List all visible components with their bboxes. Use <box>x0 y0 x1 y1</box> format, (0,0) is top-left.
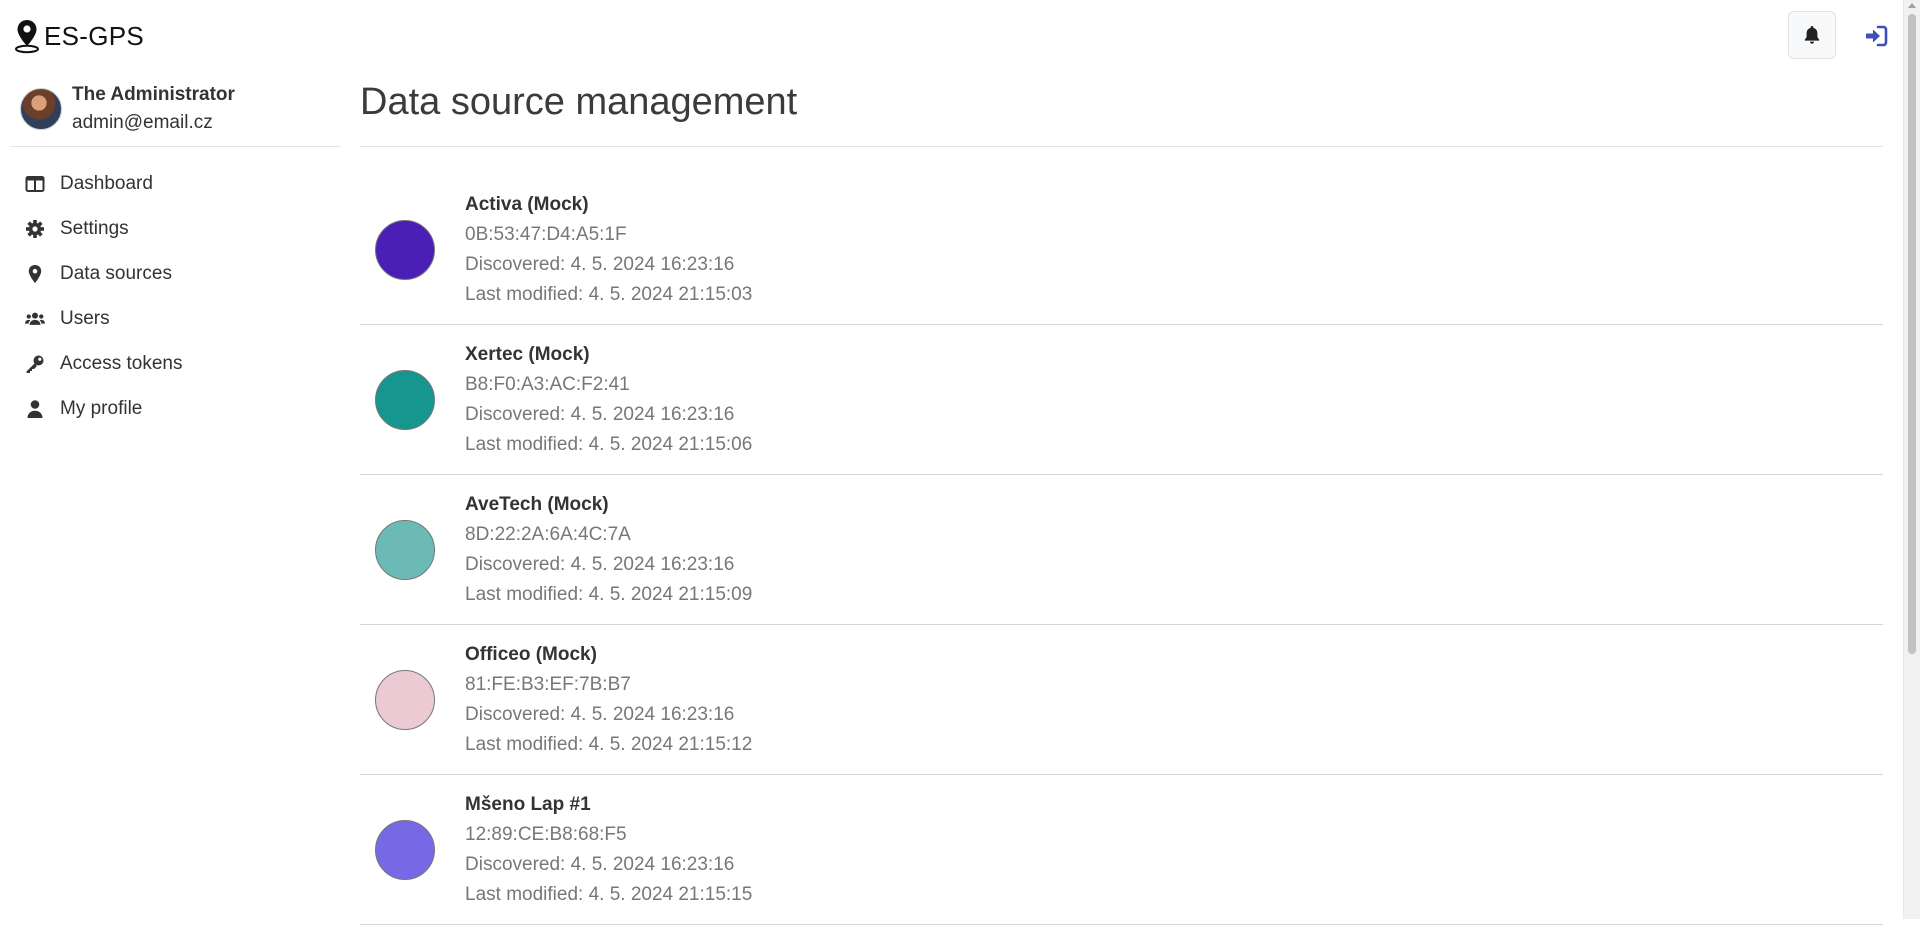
data-source-item[interactable]: Officeo (Mock) 81:FE:B3:EF:7B:B7 Discove… <box>360 625 1883 775</box>
data-source-list: Activa (Mock) 0B:53:47:D4:A5:1F Discover… <box>360 175 1883 925</box>
data-source-mac: 12:89:CE:B8:68:F5 <box>465 823 627 845</box>
data-source-item[interactable]: Mšeno Lap #1 12:89:CE:B8:68:F5 Discovere… <box>360 775 1883 925</box>
sidebar-nav: Dashboard Settings Data sources Users Ac… <box>10 161 340 431</box>
login-button[interactable] <box>1862 22 1890 50</box>
sidebar-item-label: My profile <box>60 397 143 419</box>
data-source-mac: B8:F0:A3:AC:F2:41 <box>465 373 630 395</box>
sidebar-item-label: Settings <box>60 217 129 239</box>
user-name: The Administrator <box>72 84 235 105</box>
color-swatch <box>375 519 435 580</box>
data-source-name: Activa (Mock) <box>465 193 589 215</box>
sidebar-item-settings[interactable]: Settings <box>10 206 340 251</box>
map-marker-icon <box>24 264 46 284</box>
data-source-name: Xertec (Mock) <box>465 343 590 365</box>
notifications-button[interactable] <box>1788 11 1836 59</box>
sidebar-item-label: Dashboard <box>60 172 153 194</box>
avatar <box>20 88 62 130</box>
brand-logo[interactable]: ES-GPS <box>14 16 144 56</box>
key-icon <box>24 354 46 374</box>
data-source-discovered: Discovered: 4. 5. 2024 16:23:16 <box>465 703 735 725</box>
scroll-up-arrow-icon[interactable] <box>1908 3 1916 8</box>
gear-icon <box>24 219 46 239</box>
data-source-item[interactable]: AveTech (Mock) 8D:22:2A:6A:4C:7A Discove… <box>360 475 1883 625</box>
data-source-discovered: Discovered: 4. 5. 2024 16:23:16 <box>465 253 735 275</box>
data-source-mac: 0B:53:47:D4:A5:1F <box>465 223 627 245</box>
page-scrollbar[interactable] <box>1903 0 1920 919</box>
user-icon <box>24 399 46 419</box>
user-summary[interactable]: The Administrator admin@email.cz <box>10 78 340 147</box>
data-source-modified: Last modified: 4. 5. 2024 21:15:12 <box>465 733 753 755</box>
sidebar-item-data-sources[interactable]: Data sources <box>10 251 340 296</box>
sidebar-item-label: Users <box>60 307 110 329</box>
data-source-item[interactable]: Xertec (Mock) B8:F0:A3:AC:F2:41 Discover… <box>360 325 1883 475</box>
sidebar-item-access-tokens[interactable]: Access tokens <box>10 341 340 386</box>
data-source-mac: 8D:22:2A:6A:4C:7A <box>465 523 631 545</box>
sidebar-item-my-profile[interactable]: My profile <box>10 386 340 431</box>
data-source-discovered: Discovered: 4. 5. 2024 16:23:16 <box>465 553 735 575</box>
map-pin-person-icon <box>15 20 39 54</box>
color-swatch <box>375 219 435 280</box>
sign-in-icon <box>1866 25 1888 47</box>
sidebar-item-label: Access tokens <box>60 352 183 374</box>
scroll-thumb[interactable] <box>1908 14 1916 654</box>
color-swatch <box>375 669 435 730</box>
data-source-name: Mšeno Lap #1 <box>465 793 591 815</box>
color-swatch <box>375 819 435 880</box>
data-source-modified: Last modified: 4. 5. 2024 21:15:06 <box>465 433 753 455</box>
data-source-name: AveTech (Mock) <box>465 493 609 515</box>
data-source-discovered: Discovered: 4. 5. 2024 16:23:16 <box>465 853 735 875</box>
sidebar-item-label: Data sources <box>60 262 172 284</box>
data-source-discovered: Discovered: 4. 5. 2024 16:23:16 <box>465 403 735 425</box>
data-source-modified: Last modified: 4. 5. 2024 21:15:15 <box>465 883 753 905</box>
page-title: Data source management <box>360 74 1883 147</box>
sidebar: The Administrator admin@email.cz Dashboa… <box>10 78 340 431</box>
data-source-modified: Last modified: 4. 5. 2024 21:15:03 <box>465 283 753 305</box>
color-swatch <box>375 369 435 430</box>
sidebar-item-users[interactable]: Users <box>10 296 340 341</box>
bell-icon <box>1804 26 1820 44</box>
data-source-name: Officeo (Mock) <box>465 643 597 665</box>
sidebar-item-dashboard[interactable]: Dashboard <box>10 161 340 206</box>
users-icon <box>24 309 46 329</box>
columns-icon <box>24 174 46 194</box>
data-source-mac: 81:FE:B3:EF:7B:B7 <box>465 673 631 695</box>
user-email: admin@email.cz <box>72 112 213 133</box>
main-content: Data source management Activa (Mock) 0B:… <box>360 74 1883 925</box>
data-source-item[interactable]: Activa (Mock) 0B:53:47:D4:A5:1F Discover… <box>360 175 1883 325</box>
brand-name: ES-GPS <box>44 20 145 51</box>
data-source-modified: Last modified: 4. 5. 2024 21:15:09 <box>465 583 753 605</box>
